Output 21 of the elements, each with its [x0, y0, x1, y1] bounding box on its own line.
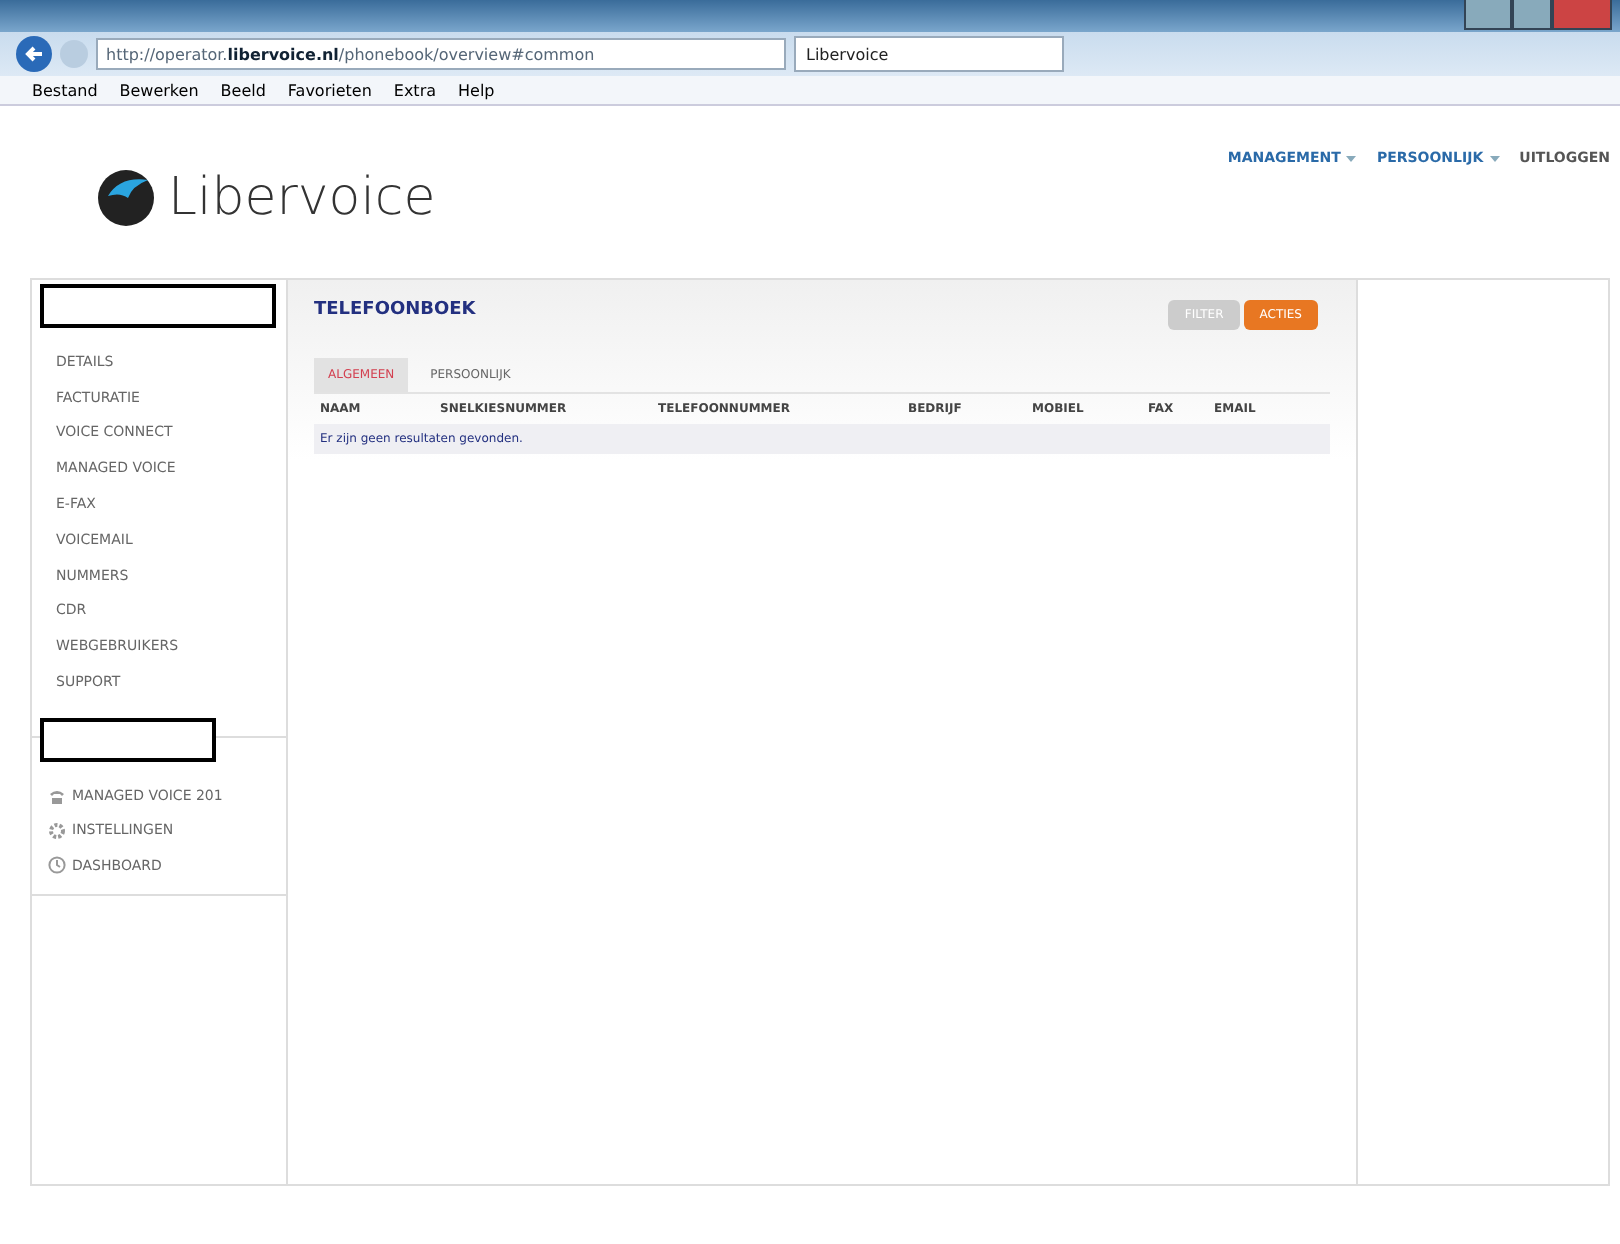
back-button[interactable] — [16, 36, 52, 72]
back-arrow-icon — [24, 44, 44, 64]
menu-item[interactable]: Extra — [393, 81, 437, 99]
phone-icon — [48, 787, 66, 804]
close-button[interactable] — [1552, 0, 1612, 30]
maximize-button[interactable] — [1512, 0, 1552, 30]
caret-icon — [1489, 155, 1500, 161]
logo-text: Libervoice — [168, 168, 436, 228]
clock-icon — [48, 856, 66, 875]
minimize-button[interactable] — [1464, 0, 1512, 30]
menu-item[interactable]: Bewerken — [119, 81, 199, 99]
menu-item[interactable]: Favorieten — [287, 81, 372, 99]
logo-icon — [96, 168, 156, 228]
menu-item[interactable]: Beeld — [220, 81, 266, 99]
caret-icon — [1346, 155, 1357, 161]
browser-tab[interactable]: Libervoice — [794, 36, 1064, 72]
menu-item[interactable]: Bestand — [32, 81, 98, 99]
page-title: TELEFOONBOEK — [314, 300, 476, 320]
gear-icon — [48, 821, 66, 840]
menu-item[interactable]: Help — [458, 81, 495, 99]
address-bar[interactable]: http://operator.libervoice.nl/phonebook/overview#common — [96, 38, 786, 70]
